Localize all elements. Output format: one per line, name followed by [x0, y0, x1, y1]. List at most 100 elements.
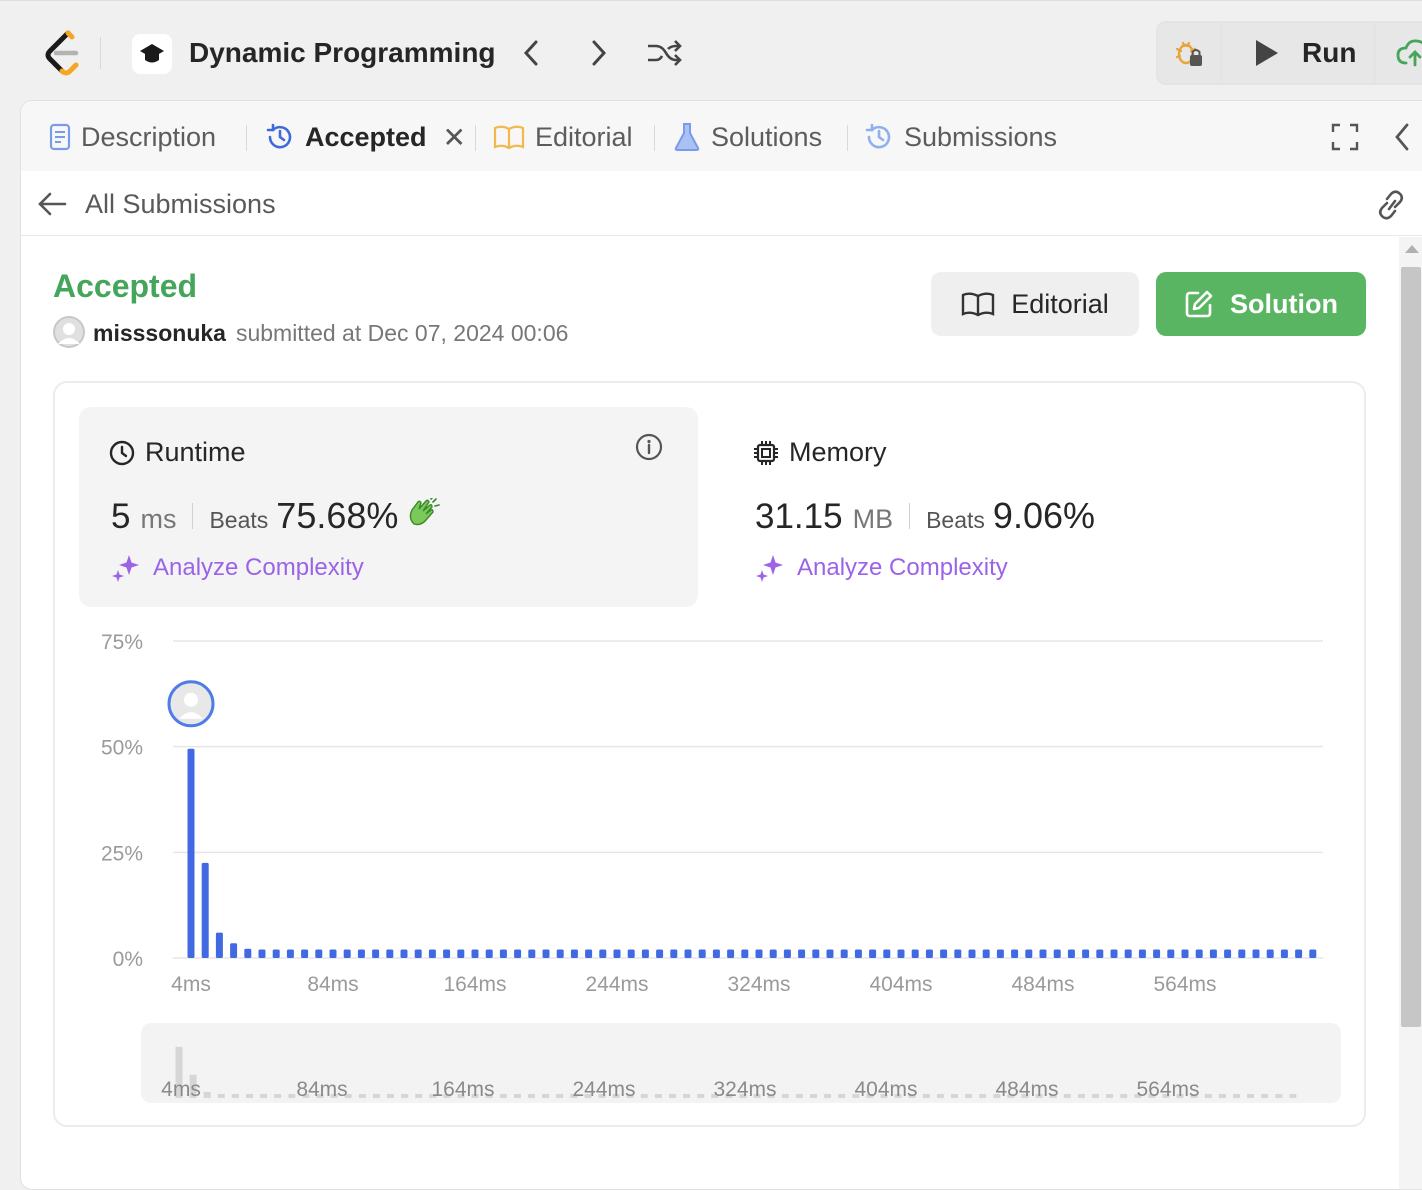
chart-bar [343, 949, 351, 958]
tab-editorial[interactable]: Editorial [493, 119, 633, 155]
minimap-bar [1120, 1094, 1128, 1098]
top-navbar: Dynamic Programming Run [0, 0, 1422, 102]
chevron-left-icon[interactable] [515, 37, 547, 69]
scrollbar-thumb[interactable] [1401, 267, 1421, 1027]
edit-icon [1185, 290, 1213, 318]
runtime-distribution-chart[interactable]: 0% 25% 50% 75% 4ms 84ms 164ms 244ms 324ms 404ms 48… [55, 383, 1364, 1125]
chart-bar [627, 949, 635, 958]
shuffle-icon[interactable] [646, 37, 682, 69]
chart-bar [428, 949, 436, 958]
chart-bar [1295, 949, 1303, 958]
minimap-bar [246, 1094, 253, 1098]
chart-bar [514, 949, 522, 958]
chart-bar [798, 949, 806, 958]
chart-bar [230, 943, 238, 958]
chart-bar [712, 949, 720, 958]
run-button[interactable]: Run [1222, 23, 1374, 83]
book-icon [962, 292, 995, 317]
chart-bar [869, 949, 877, 958]
minimap-bar [979, 1094, 987, 1098]
avatar[interactable] [53, 316, 85, 348]
x-tick-label: 404ms [869, 973, 932, 996]
minimap-bar [372, 1094, 380, 1098]
chart-bar [570, 949, 578, 958]
expand-icon[interactable] [1331, 123, 1359, 151]
chart-bar [244, 948, 252, 958]
minimap-bar [1289, 1094, 1297, 1098]
minimap-bar [542, 1094, 550, 1098]
tab-accepted[interactable]: Accepted ✕ [265, 119, 466, 155]
minimap-tick-label: 164ms [431, 1078, 494, 1101]
chart-bar [1067, 949, 1075, 958]
minimap-tick-label: 84ms [296, 1078, 347, 1101]
close-icon[interactable]: ✕ [443, 121, 466, 154]
chart-bar [826, 949, 834, 958]
chart-bar [315, 949, 323, 958]
chart-bar [414, 949, 422, 958]
minimap-bar [795, 1094, 803, 1098]
minimap-bar [683, 1094, 691, 1098]
minimap-bar [936, 1094, 944, 1098]
chevron-right-icon[interactable] [583, 37, 615, 69]
minimap-bar [669, 1094, 676, 1098]
minimap-bar [260, 1094, 268, 1098]
chart-bar [1167, 949, 1175, 958]
all-submissions-link[interactable]: All Submissions [85, 189, 276, 220]
chart-bar [698, 949, 706, 958]
username[interactable]: misssonuka [93, 320, 226, 346]
chart-bar [286, 949, 294, 958]
minimap-bar [401, 1094, 409, 1098]
history-icon [266, 123, 292, 149]
chart-bar [1209, 949, 1217, 958]
minimap-bar [654, 1094, 662, 1098]
divider [475, 125, 476, 151]
chevron-left-icon[interactable] [1389, 121, 1417, 153]
chart-bar [911, 949, 919, 958]
link-icon[interactable] [1373, 189, 1409, 221]
debug-button[interactable] [1158, 23, 1220, 83]
x-tick-label: 84ms [307, 973, 358, 996]
chart-bar [1039, 949, 1047, 958]
tab-description[interactable]: Description [49, 119, 216, 155]
y-tick-label: 25% [101, 842, 143, 865]
chart-bar [783, 949, 791, 958]
minimap-bar [1275, 1094, 1283, 1098]
chart-bar [1096, 949, 1104, 958]
leetcode-logo-icon[interactable] [42, 29, 86, 77]
chart-bar [897, 949, 905, 958]
minimap-bar [965, 1094, 973, 1098]
chart-bar [386, 949, 394, 958]
minimap-tick-label: 564ms [1136, 1078, 1199, 1101]
editorial-button-label: Editorial [1011, 288, 1109, 319]
chart-bar [1025, 949, 1033, 958]
minimap-tick-label: 4ms [161, 1078, 201, 1101]
chart-bar [1266, 949, 1274, 958]
chart-bar [1011, 949, 1019, 958]
y-tick-label: 0% [113, 948, 143, 971]
chart-bar [556, 949, 564, 958]
tab-solutions[interactable]: Solutions [673, 119, 822, 155]
chart-bar [1252, 949, 1260, 958]
graduation-cap-icon[interactable] [132, 34, 172, 74]
solution-button[interactable]: Solution [1156, 272, 1366, 336]
cloud-upload-icon [1396, 39, 1422, 67]
chart-bar [613, 949, 621, 958]
chart-bar [812, 949, 820, 958]
scroll-up-arrow-icon[interactable] [1405, 245, 1419, 253]
minimap-tick-label: 404ms [854, 1078, 917, 1101]
y-tick-label: 75% [101, 631, 143, 654]
run-label: Run [1302, 37, 1357, 68]
submission-status: Accepted [53, 268, 198, 304]
chart-bar [1138, 949, 1146, 958]
study-plan-title[interactable]: Dynamic Programming [189, 37, 496, 69]
chart-bar [301, 949, 309, 958]
tab-submissions[interactable]: Submissions [864, 119, 1057, 155]
chart-bar [499, 949, 507, 958]
chart-bar [1053, 949, 1061, 958]
editorial-button[interactable]: Editorial [931, 272, 1139, 336]
chart-bar [727, 949, 735, 958]
submit-button[interactable] [1376, 23, 1422, 83]
chart-bar [1224, 949, 1232, 958]
arrow-left-icon[interactable] [37, 191, 67, 217]
tab-label: Description [81, 121, 217, 152]
